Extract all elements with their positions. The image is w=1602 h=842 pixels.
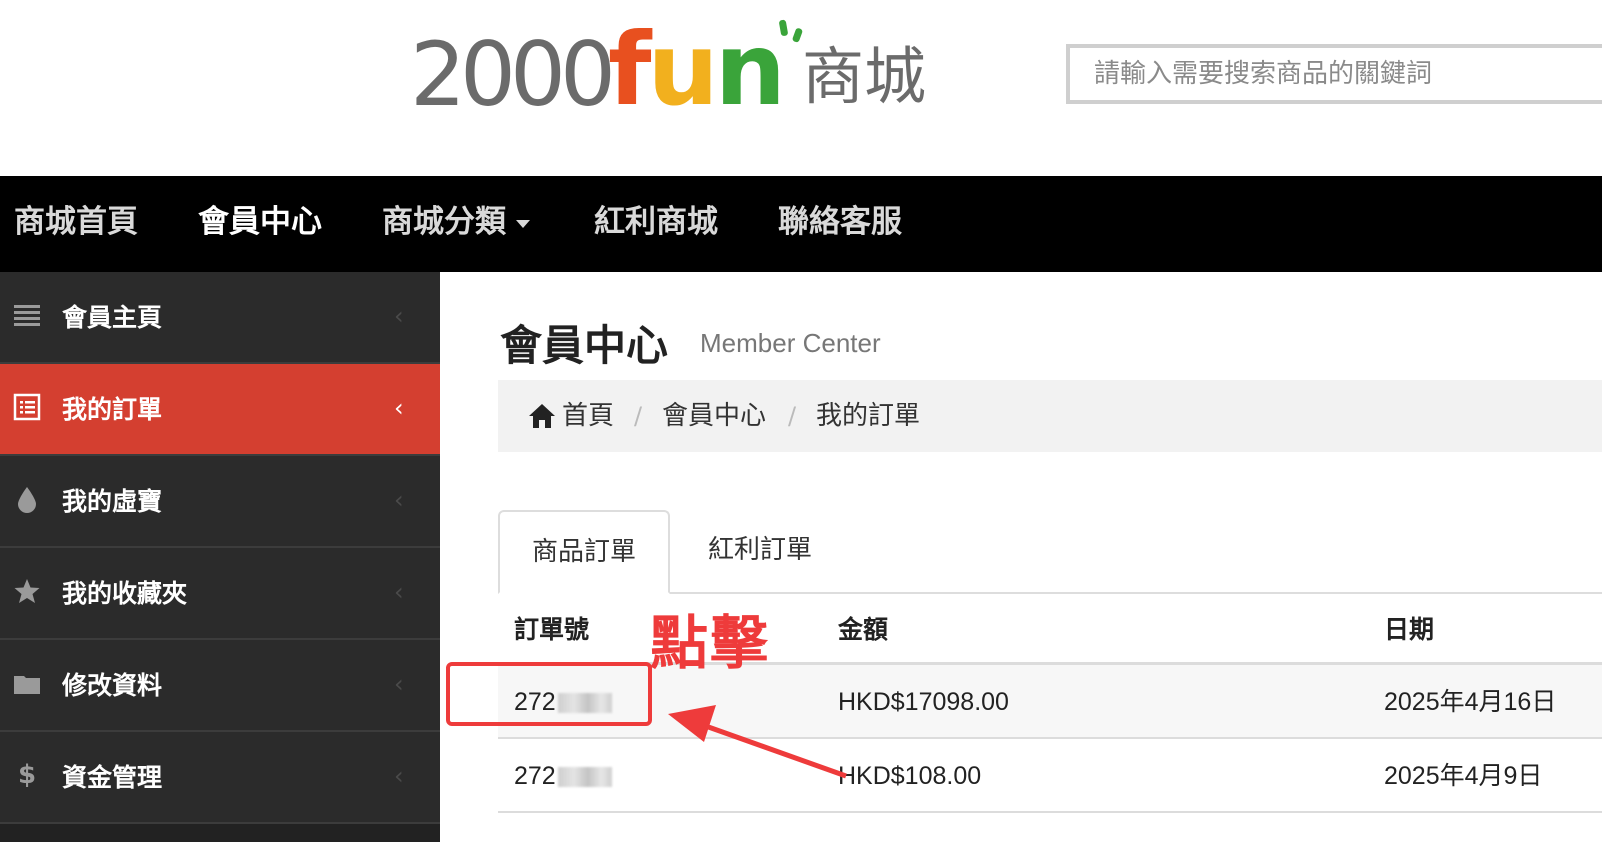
order-number-text: 272 [514, 762, 556, 790]
breadcrumb-separator: / [634, 402, 643, 430]
drop-icon [18, 487, 36, 513]
redacted-mark [557, 767, 612, 788]
order-amount: HKD$17098.00 [838, 688, 1009, 716]
chevron-left-icon: ‹ [394, 762, 404, 790]
list-icon [14, 305, 40, 326]
nav-item-categories-label: 商城分類 [382, 204, 506, 240]
breadcrumb-my-orders: 我的訂單 [816, 401, 921, 431]
site-header: 2000 fun 商城 [0, 0, 1602, 176]
chevron-left-icon: ‹ [394, 302, 404, 330]
sidebar-item-favorites[interactable]: 我的收藏夾 ‹ [0, 548, 440, 640]
search-input[interactable] [1070, 48, 1602, 100]
tab-product-orders[interactable]: 商品訂單 [498, 510, 670, 594]
chevron-left-icon: ‹ [394, 394, 404, 422]
search-box [1066, 44, 1602, 104]
logo-fun-text: fun [608, 11, 786, 128]
table-row: 272 HKD$108.00 2025年4月9日 [498, 739, 1602, 813]
order-number-link[interactable]: 272 [514, 739, 612, 813]
sidebar-item-label: 會員主頁 [62, 303, 163, 332]
folder-icon [14, 676, 40, 694]
star-icon [14, 579, 40, 603]
nav-item-bonus-mall[interactable]: 紅利商城 [594, 176, 718, 272]
page-subtitle: Member Center [700, 328, 881, 358]
main-nav: 商城首頁 會員中心 商城分類 紅利商城 聯絡客服 [0, 176, 1602, 272]
site-logo[interactable]: 2000 fun 商城 [410, 12, 950, 122]
chevron-left-icon: ‹ [394, 486, 404, 514]
column-header-amount: 金額 [838, 615, 889, 644]
sidebar-item-funds[interactable]: $ 資金管理 ‹ [0, 732, 440, 824]
page-title: 會員中心 [500, 321, 669, 370]
annotation-highlight-box [446, 662, 652, 726]
annotation-click-label: 點擊 [650, 609, 771, 677]
sidebar-item-label: 資金管理 [62, 763, 163, 792]
chevron-left-icon: ‹ [394, 670, 404, 698]
sidebar-item-label: 我的虛寶 [62, 487, 163, 516]
breadcrumb-member-center[interactable]: 會員中心 [662, 380, 766, 452]
breadcrumb-separator: / [788, 402, 797, 430]
dollar-icon: $ [17, 760, 37, 790]
sidebar-item-label: 我的訂單 [62, 395, 163, 424]
nav-item-contact[interactable]: 聯絡客服 [778, 176, 902, 272]
tab-bonus-orders[interactable]: 紅利訂單 [678, 510, 842, 592]
sidebar-item-edit-profile[interactable]: 修改資料 ‹ [0, 640, 440, 732]
sidebar-item-home[interactable]: 會員主頁 ‹ [0, 272, 440, 364]
sidebar-item-label: 修改資料 [62, 671, 163, 700]
order-list-icon [13, 393, 41, 421]
breadcrumb: 首頁 / 會員中心 / 我的訂單 [498, 380, 1602, 452]
sidebar-item-virtual-items[interactable]: 我的虛寶 ‹ [0, 456, 440, 548]
logo-mall-text: 商城 [802, 40, 927, 113]
nav-item-member-center[interactable]: 會員中心 [198, 176, 322, 272]
order-amount: HKD$108.00 [838, 762, 982, 790]
home-icon [529, 404, 555, 428]
order-tabs: 商品訂單 紅利訂單 [498, 510, 1602, 594]
breadcrumb-home[interactable]: 首頁 [562, 380, 614, 452]
sidebar: 會員主頁 ‹ 我的訂單 ‹ 我的虛寶 ‹ 我的收藏夾 ‹ 修改資料 ‹ $ 資金… [0, 272, 440, 842]
logo-2000-text: 2000 [410, 23, 616, 126]
sidebar-item-label: 我的收藏夾 [62, 579, 188, 608]
column-header-order-no: 訂單號 [514, 615, 590, 644]
column-header-date: 日期 [1384, 615, 1435, 644]
main-content: 會員中心 Member Center 首頁 / 會員中心 / 我的訂單 商品訂單… [498, 272, 1602, 842]
nav-item-categories[interactable]: 商城分類 [382, 176, 530, 272]
caret-down-icon [516, 219, 530, 228]
order-date: 2025年4月16日 [1384, 688, 1557, 716]
sidebar-item-my-orders[interactable]: 我的訂單 ‹ [0, 364, 440, 456]
chevron-left-icon: ‹ [394, 578, 404, 606]
order-date: 2025年4月9日 [1384, 762, 1543, 790]
nav-item-home[interactable]: 商城首頁 [14, 176, 138, 272]
